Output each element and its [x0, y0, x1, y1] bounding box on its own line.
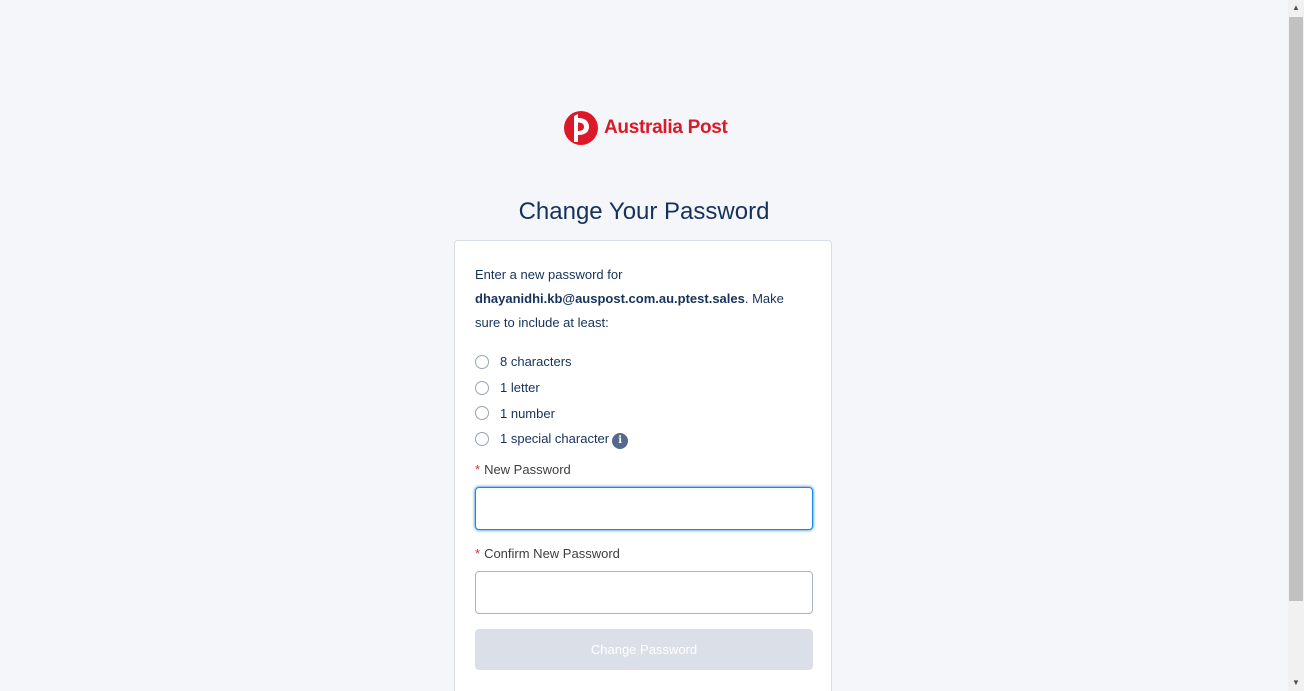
required-marker: *	[475, 462, 481, 477]
confirm-password-group: * Confirm New Password	[475, 545, 813, 614]
password-instructions: Enter a new password for dhayanidhi.kb@a…	[475, 263, 811, 335]
confirm-password-input[interactable]	[475, 571, 813, 614]
australia-post-logo-icon	[564, 111, 598, 145]
requirement-label: 1 number	[500, 405, 555, 421]
brand-name: Australia Post	[604, 117, 728, 138]
requirement-label: 1 special character	[500, 431, 610, 447]
requirement-unchecked-icon	[475, 431, 489, 446]
requirement-item: 1 letter	[475, 375, 811, 401]
new-password-input[interactable]	[475, 487, 813, 530]
page: Australia Post Change Your Password Ente…	[0, 0, 1288, 691]
page-title: Change Your Password	[518, 198, 770, 225]
requirement-item: 1 special character i	[475, 426, 811, 452]
scroll-up-arrow-icon[interactable]: ▲	[1288, 0, 1304, 16]
requirement-label: 8 characters	[500, 354, 572, 370]
requirement-item: 8 characters	[475, 349, 811, 375]
requirement-item: 1 number	[475, 400, 811, 426]
change-password-button[interactable]: Change Password	[475, 629, 813, 670]
password-requirements-list: 8 characters 1 letter 1 number 1 special…	[475, 349, 811, 452]
confirm-password-label-text: Confirm New Password	[484, 546, 620, 561]
new-password-group: * New Password	[475, 461, 813, 530]
vertical-scrollbar[interactable]: ▲ ▼	[1288, 0, 1304, 691]
scrollbar-thumb[interactable]	[1289, 17, 1303, 601]
new-password-label: * New Password	[475, 461, 813, 479]
requirement-unchecked-icon	[475, 380, 489, 395]
username: dhayanidhi.kb@auspost.com.au.ptest.sales	[475, 291, 745, 306]
change-password-card: Enter a new password for dhayanidhi.kb@a…	[454, 240, 832, 691]
brand-logo: Australia Post	[564, 110, 728, 146]
requirement-unchecked-icon	[475, 354, 489, 369]
confirm-password-label: * Confirm New Password	[475, 545, 813, 563]
new-password-label-text: New Password	[484, 462, 571, 477]
scroll-down-arrow-icon[interactable]: ▼	[1288, 675, 1304, 691]
requirement-label: 1 letter	[500, 380, 540, 396]
info-icon[interactable]: i	[612, 432, 629, 449]
instructions-before: Enter a new password for	[475, 267, 623, 282]
requirement-unchecked-icon	[475, 406, 489, 421]
required-marker: *	[475, 546, 481, 561]
